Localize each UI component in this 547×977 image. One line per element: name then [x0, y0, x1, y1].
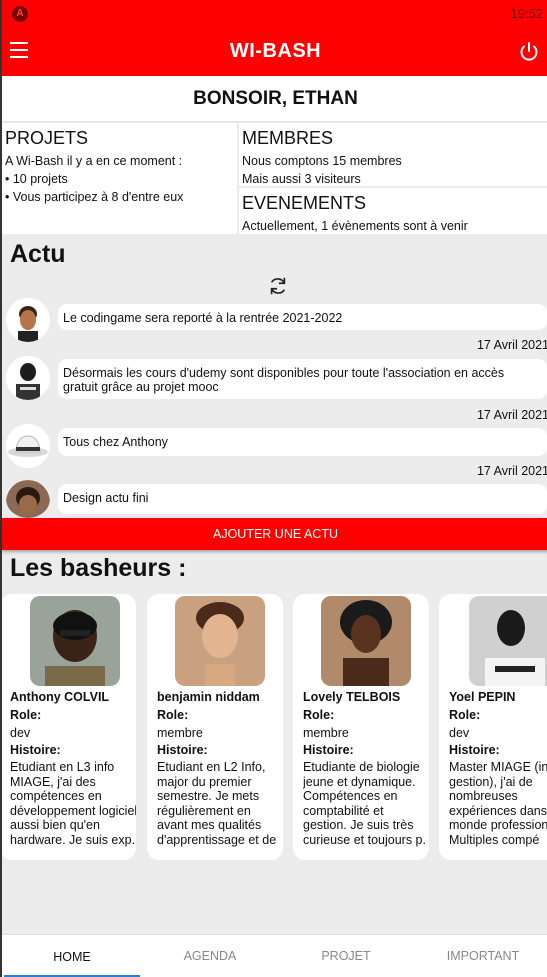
membres-card: MEMBRES Nous comptons 15 membres Mais au…: [239, 123, 547, 186]
membres-line-2: Mais aussi 3 visiteurs: [242, 172, 361, 186]
member-histoire: Etudiant en L2 Info, major du premier se…: [157, 760, 277, 848]
histoire-label: Histoire:: [10, 743, 61, 757]
role-label: Role:: [10, 708, 42, 722]
actu-text: Design actu fini: [58, 484, 547, 514]
member-photo: [30, 596, 120, 686]
bottom-nav: HOME AGENDA PROJET IMPORTANT: [2, 934, 547, 977]
actu-date: 17 Avril 2021: [476, 464, 547, 478]
histoire-label: Histoire:: [303, 743, 354, 757]
avatar: [6, 298, 50, 342]
member-name: benjamin niddam: [157, 690, 260, 704]
basheurs-carousel[interactable]: Anthony COLVIL Role: dev Histoire: Etudi…: [2, 594, 547, 862]
member-role: membre: [303, 726, 349, 740]
member-card[interactable]: benjamin niddam Role: membre Histoire: E…: [147, 594, 283, 860]
actu-section-title: Actu: [10, 240, 66, 268]
add-actu-button[interactable]: AJOUTER UNE ACTU: [2, 518, 547, 550]
projets-line-2: • 10 projets: [5, 172, 68, 186]
projets-card: PROJETS A Wi-Bash il y a en ce moment : …: [2, 123, 237, 234]
projets-line-1: A Wi-Bash il y a en ce moment :: [5, 154, 183, 168]
greeting-title: BONSOIR, ETHAN: [2, 76, 547, 122]
role-label: Role:: [157, 708, 189, 722]
member-name: Anthony COLVIL: [10, 690, 110, 704]
role-label: Role:: [303, 708, 335, 722]
member-histoire: Master MIAGE (info gestion), j'ai de nom…: [449, 760, 547, 847]
histoire-label: Histoire:: [449, 743, 500, 757]
member-card[interactable]: Anthony COLVIL Role: dev Histoire: Etudi…: [2, 594, 136, 860]
avatar: [6, 356, 50, 400]
basheurs-section-title: Les basheurs :: [10, 554, 187, 582]
power-icon[interactable]: [517, 40, 541, 64]
app-header: WI-BASH: [2, 28, 547, 76]
member-role: dev: [10, 726, 31, 740]
projets-title: PROJETS: [5, 128, 89, 148]
refresh-icon[interactable]: [267, 275, 289, 297]
app-title: WI-BASH: [229, 40, 322, 62]
member-card[interactable]: Yoel PEPIN Role: dev Histoire: Master MI…: [439, 594, 547, 860]
avatar: [6, 424, 50, 468]
member-histoire: Etudiant en L3 info MIAGE, j'ai des comp…: [10, 760, 136, 847]
role-label: Role:: [449, 708, 481, 722]
evenements-card: EVENEMENTS Actuellement, 1 évènements so…: [239, 188, 547, 234]
status-time: 19:52: [510, 6, 543, 21]
actu-date: 17 Avril 2021: [476, 338, 547, 352]
member-photo: [469, 596, 547, 686]
status-bar: A 19:52: [2, 0, 547, 28]
tab-important[interactable]: IMPORTANT: [415, 935, 547, 977]
tab-home[interactable]: HOME: [4, 935, 140, 977]
app-notification-icon: A: [12, 6, 28, 22]
member-histoire: Etudiante de biologie jeune et dynamique…: [303, 760, 426, 847]
avatar: [6, 480, 50, 518]
member-role: membre: [157, 726, 203, 740]
membres-title: MEMBRES: [242, 128, 334, 148]
evenements-title: EVENEMENTS: [242, 193, 367, 213]
tab-projet[interactable]: PROJET: [278, 935, 414, 977]
actu-text: Le codingame sera reporté à la rentrée 2…: [58, 304, 547, 330]
member-photo: [175, 596, 265, 686]
member-role: dev: [449, 726, 470, 740]
actu-text: Tous chez Anthony: [58, 428, 547, 456]
member-name: Yoel PEPIN: [449, 690, 516, 704]
membres-line-1: Nous comptons 15 membres: [242, 154, 402, 168]
actu-date: 17 Avril 2021: [476, 408, 547, 422]
tab-agenda[interactable]: AGENDA: [142, 935, 278, 977]
projets-line-3: • Vous participez à 8 d'entre eux: [5, 190, 184, 204]
evenements-line-1: Actuellement, 1 évènements sont à venir: [242, 219, 468, 233]
member-card[interactable]: Lovely TELBOIS Role: membre Histoire: Et…: [293, 594, 429, 860]
actu-text: Désormais les cours d'udemy sont disponi…: [58, 359, 547, 399]
member-name: Lovely TELBOIS: [303, 690, 401, 704]
member-photo: [321, 596, 411, 686]
histoire-label: Histoire:: [157, 743, 208, 757]
